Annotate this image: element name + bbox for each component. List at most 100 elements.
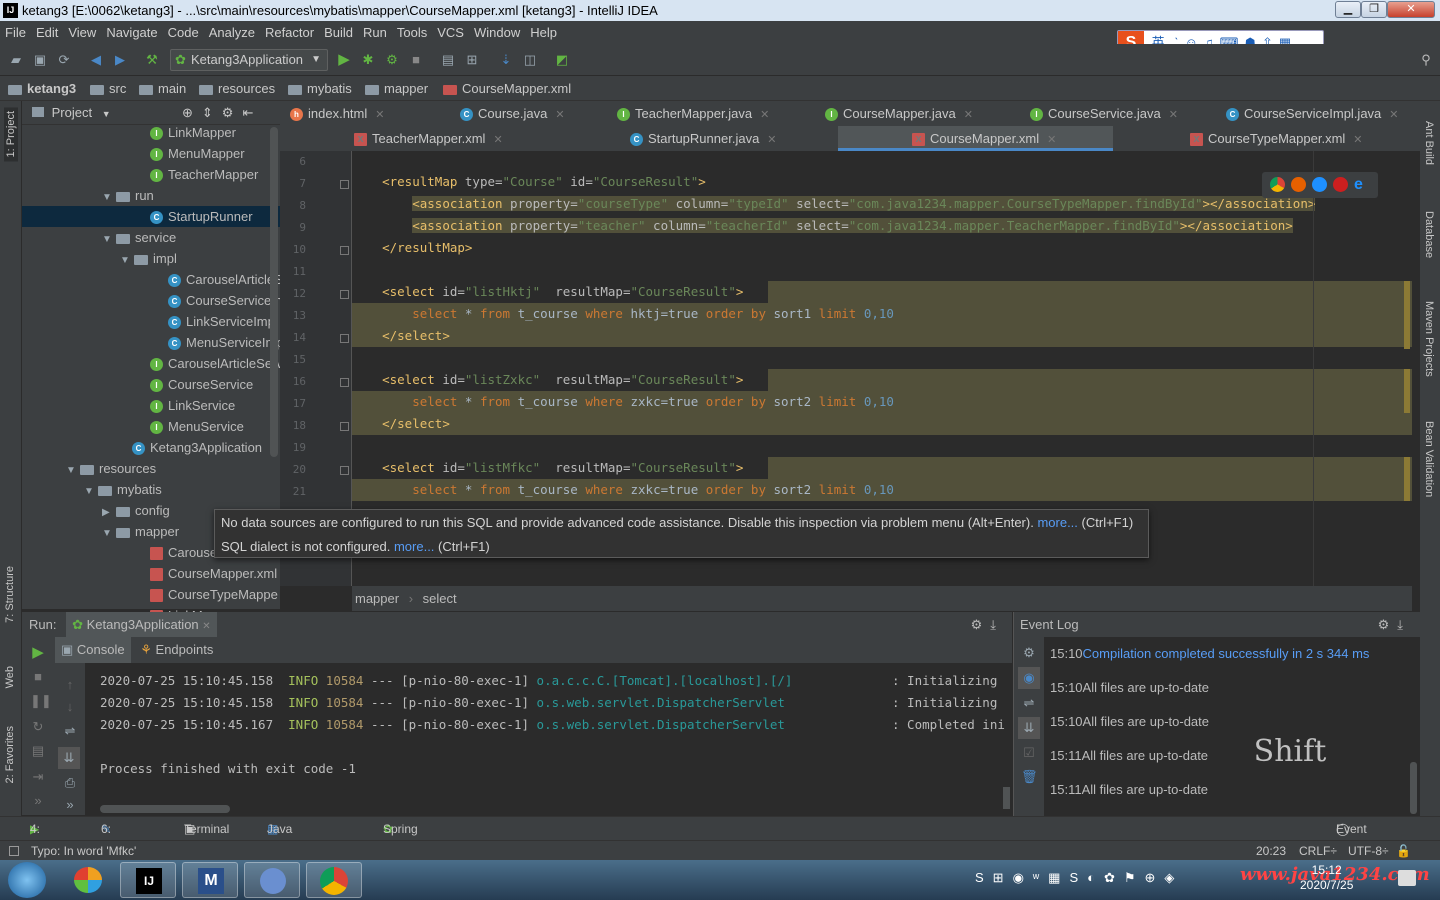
scroll-to-end-icon[interactable]: ⇊ [1018, 717, 1040, 739]
breadcrumb-select[interactable]: select [423, 591, 457, 606]
run-icon[interactable]: ▶ [336, 52, 352, 68]
fold-marker-icon[interactable] [340, 290, 349, 299]
build-icon[interactable]: ⚒ [144, 52, 160, 68]
tree-item[interactable]: CourseTypeMappe [22, 584, 280, 605]
project-tool-tab[interactable]: 1: Project [4, 107, 18, 162]
fold-marker-icon[interactable] [340, 246, 349, 255]
tree-item[interactable]: ▼ resources [22, 458, 280, 479]
stop-icon[interactable]: ■ [408, 52, 424, 68]
system-tray-icons[interactable]: S⊞◉ʷ▦S◐✿⚑⊕◈ [975, 870, 1183, 886]
tree-item[interactable]: CourseMapper.xml [22, 563, 280, 584]
maximize-button[interactable]: ❐ [1361, 1, 1387, 18]
tooltip-more-link[interactable]: more... [394, 539, 434, 554]
menu-analyze[interactable]: Analyze [204, 21, 260, 44]
taskbar-mysql-icon[interactable]: M [182, 862, 238, 898]
tree-item[interactable]: ▼ run [22, 185, 280, 206]
tree-item[interactable]: ▼ service [22, 227, 280, 248]
menu-window[interactable]: Window [469, 21, 525, 44]
start-button-icon[interactable] [8, 862, 46, 898]
tree-item[interactable]: I LinkMapper [22, 122, 280, 143]
tree-item[interactable]: C LinkServiceImpl [22, 311, 280, 332]
crumb-main[interactable]: main [139, 76, 186, 101]
event-log-settings-icons[interactable]: ⚙⤓ [1378, 612, 1411, 637]
menu-file[interactable]: File [0, 21, 31, 44]
chrome-icon[interactable] [1270, 177, 1285, 192]
tab-teachermapper-java[interactable]: I TeacherMapper.java ✕ [617, 101, 769, 126]
tree-item[interactable]: I CarouselArticleServ [22, 353, 280, 374]
run-panel-settings-icons[interactable]: ⚙⤓ [971, 612, 1004, 637]
crumb-file[interactable]: CourseMapper.xml [443, 76, 571, 101]
clear-all-icon[interactable]: 🗑 [1021, 769, 1038, 785]
tree-item[interactable]: I TeacherMapper [22, 164, 280, 185]
forward-icon[interactable]: ▶ [112, 52, 128, 68]
web-tool-tab[interactable]: Web [4, 666, 16, 688]
fold-marker-icon[interactable] [340, 180, 349, 189]
error-stripe-marker[interactable] [1404, 369, 1410, 413]
crumb-project[interactable]: ketang3 [8, 76, 76, 101]
wrap-icon[interactable]: ⇌ [1021, 695, 1037, 711]
tab-courseservice-java[interactable]: I CourseService.java ✕ [1030, 101, 1178, 126]
close-button[interactable]: ✕ [1387, 1, 1435, 18]
ant-build-tab[interactable]: Ant Build [1423, 121, 1435, 165]
menu-view[interactable]: View [63, 21, 101, 44]
more-icon[interactable]: » [30, 793, 46, 809]
tab-course-java[interactable]: C Course.java ✕ [460, 101, 565, 126]
endpoints-tab[interactable]: ⚘ Endpoints [134, 637, 219, 663]
print-icon[interactable]: ⎙ [62, 775, 78, 791]
crumb-src[interactable]: src [90, 76, 126, 101]
vcs-icon[interactable]: ⇣ [498, 52, 514, 68]
console-output[interactable]: 2020-07-25 15:10:45.158 INFO 10584 --- [… [55, 663, 1010, 813]
tab-coursetypemapper-xml[interactable]: x CourseTypeMapper.xml ✕ [1182, 126, 1363, 151]
crumb-mapper[interactable]: mapper [365, 76, 428, 101]
open-folder-icon[interactable]: ▰ [8, 52, 24, 68]
crumb-resources[interactable]: resources [199, 76, 275, 101]
fold-marker-icon[interactable] [340, 466, 349, 475]
tree-item[interactable]: I MenuService [22, 416, 280, 437]
tab-teachermapper-xml[interactable]: x TeacherMapper.xml ✕ [346, 126, 503, 151]
clock[interactable]: 15:12 2020/7/25 [1300, 863, 1353, 893]
menu-build[interactable]: Build [319, 21, 358, 44]
tab-index-html[interactable]: h index.html ✕ [290, 101, 384, 126]
menu-navigate[interactable]: Navigate [101, 21, 162, 44]
bean-validation-tab[interactable]: Bean Validation [1423, 421, 1435, 497]
run-config-tab[interactable]: ✿ Ketang3Application ✕ [66, 612, 217, 639]
project-structure-icon[interactable]: ▤ [440, 52, 456, 68]
ie-icon[interactable]: e [1354, 177, 1369, 193]
sync-icon[interactable]: ⟳ [56, 52, 72, 68]
structure-tool-tab[interactable]: 7: Structure [4, 566, 16, 623]
notification-icon[interactable] [1398, 870, 1416, 886]
menu-vcs[interactable]: VCS [432, 21, 469, 44]
tree-item[interactable]: I CourseService [22, 374, 280, 395]
menu-edit[interactable]: Edit [31, 21, 63, 44]
down-arrow-icon[interactable]: ↓ [62, 699, 78, 715]
mark-read-icon[interactable]: ☑ [1021, 745, 1037, 761]
opera-icon[interactable] [1333, 177, 1348, 192]
file-encoding[interactable]: UTF-8÷ [1348, 841, 1389, 861]
menu-code[interactable]: Code [163, 21, 204, 44]
rerun-icon[interactable]: ▶ [30, 645, 46, 661]
debug-icon[interactable]: ✱ [360, 52, 376, 68]
event-link[interactable]: Compilation completed successfully in 2 … [1083, 646, 1370, 661]
database-tab[interactable]: Database [1423, 211, 1435, 258]
save-icon[interactable]: ▣ [32, 52, 48, 68]
toggle-panels-icon[interactable] [9, 846, 19, 856]
menu-tools[interactable]: Tools [392, 21, 432, 44]
line-separator[interactable]: CRLF÷ [1299, 841, 1337, 861]
breadcrumb-mapper[interactable]: mapper [355, 591, 399, 606]
restore-icon[interactable]: ↻ [30, 719, 46, 735]
taskbar-chrome-icon[interactable] [306, 862, 362, 898]
taskbar-app-icon[interactable] [60, 862, 116, 898]
wrap-icon[interactable]: ⇌ [62, 723, 78, 739]
tab-courseserviceimpl-java[interactable]: C CourseServiceImpl.java ✕ [1226, 101, 1399, 126]
event-log-scrollbar[interactable] [1410, 762, 1417, 814]
tooltip-more-link[interactable]: more... [1037, 515, 1077, 530]
plugin-icon[interactable]: ◩ [554, 52, 570, 68]
tab-coursemapper-xml[interactable]: x CourseMapper.xml ✕ [838, 126, 1113, 151]
run-config-select[interactable]: ✿ Ketang3Application ▼ [170, 49, 328, 71]
exit-icon[interactable]: ⇥ [30, 769, 46, 785]
console-hscrollbar[interactable] [100, 805, 230, 813]
project-scrollbar[interactable] [270, 127, 278, 457]
taskbar-intellij-icon[interactable]: IJ [120, 862, 176, 898]
tree-item[interactable]: ▼ impl [22, 248, 280, 269]
tab-startuprunner-java[interactable]: C StartupRunner.java ✕ [630, 126, 777, 151]
